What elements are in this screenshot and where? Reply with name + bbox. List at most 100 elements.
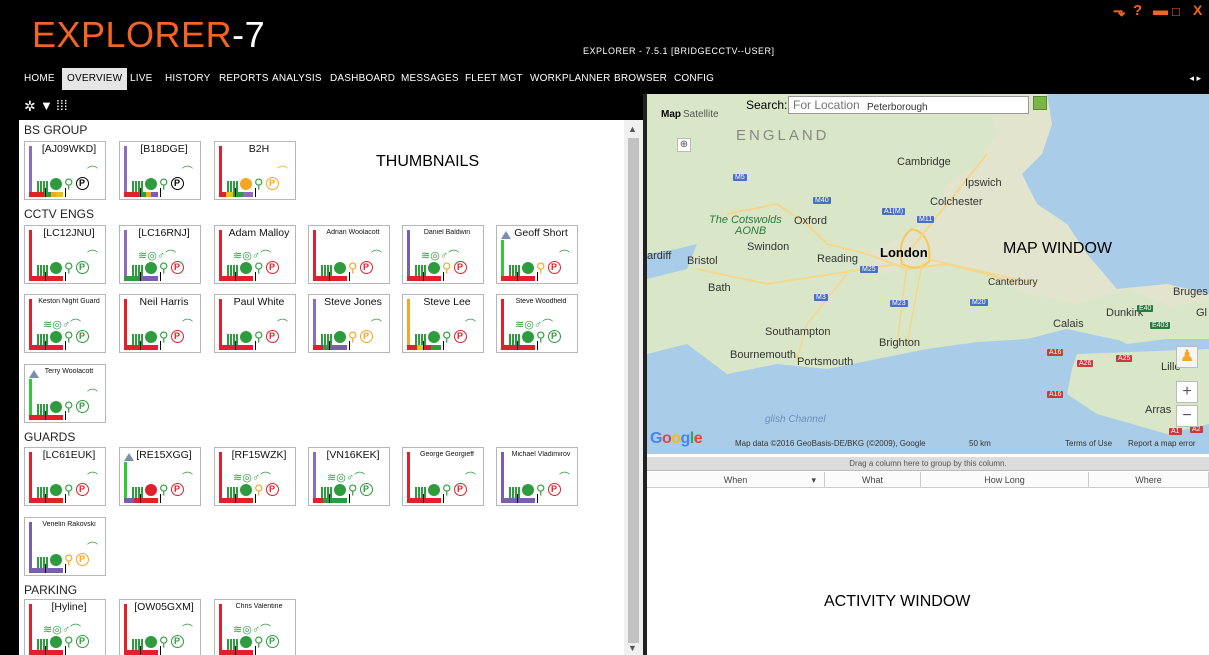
zoom-in-button[interactable]: +	[1176, 381, 1198, 403]
activity-segment	[407, 345, 418, 350]
activity-segment	[407, 276, 441, 281]
play-status-icon	[50, 400, 62, 413]
column-where[interactable]: Where	[1089, 472, 1209, 488]
vehicle-thumbnail[interactable]: Chris Valentine ≋◎♂⌒ ⚲ P	[214, 599, 296, 655]
vehicle-thumbnail[interactable]: [LC12JNU] ⌒ ⚲ P	[24, 225, 106, 284]
scrollbar-thumb[interactable]	[628, 138, 639, 643]
status-bar	[29, 379, 32, 416]
column-when[interactable]: When ▾	[647, 472, 825, 488]
vehicle-thumbnail[interactable]: Neil Harris ⌒ ⚲ P	[119, 294, 201, 353]
menu-scroll-arrows[interactable]: ◂ ▸	[1189, 73, 1201, 84]
menu-home[interactable]: HOME	[24, 68, 55, 90]
vehicle-thumbnail[interactable]: Terry Woolacott ⌒ ⚲ P	[24, 364, 106, 423]
signal-bars-icon	[37, 403, 49, 415]
map-report-link[interactable]: Report a map error	[1128, 439, 1196, 448]
menu-live[interactable]: LIVE	[130, 68, 152, 90]
vehicle-thumbnail[interactable]: George Georgieff ⌒ ⚲ P	[402, 447, 484, 506]
activity-segment	[424, 345, 431, 350]
minimize-icon[interactable]: ▬	[1153, 2, 1168, 19]
timeline-tick	[517, 494, 518, 503]
help-icon[interactable]: ?	[1133, 2, 1142, 19]
vehicle-thumbnail[interactable]: [VN16KEK] ≋◎♂⌒ ⚲ P	[308, 447, 390, 506]
timeline-tick	[423, 494, 424, 503]
place-label: Peterborough	[867, 102, 928, 113]
map-search-go-icon[interactable]	[1033, 96, 1047, 110]
menu-analysis[interactable]: ANALYSIS	[272, 68, 322, 90]
group-by-drop-zone[interactable]: Drag a column here to group by this colu…	[647, 457, 1209, 471]
vehicle-thumbnail[interactable]: B2H ⌒ ⚲ P	[214, 141, 296, 200]
vehicle-thumbnail[interactable]: [OW05GXM] ⌒ ⚲ P	[119, 599, 201, 655]
place-label: Gl	[1196, 307, 1207, 319]
menu-reports[interactable]: REPORTS	[219, 68, 269, 90]
menu-history[interactable]: HISTORY	[165, 68, 211, 90]
vehicle-thumbnail[interactable]: Adam Malloy ≋◎♂⌒ ⚲ P	[214, 225, 296, 284]
vehicle-thumbnail[interactable]: Daniel Baldwin ≋◎♂⌒ ⚲ P	[402, 225, 484, 284]
road-badge: A25	[1116, 355, 1133, 362]
maximize-icon[interactable]: □	[1172, 4, 1180, 19]
vehicle-thumbnail[interactable]: Keston Night Guard ≋◎♂⌒ ⚲ P	[24, 294, 106, 353]
vehicle-thumbnail[interactable]: [AJ09WKD] ⌒ ⚲ P	[24, 141, 106, 200]
map-tab-map[interactable]: Map	[661, 109, 681, 120]
play-status-icon	[240, 330, 252, 343]
thumbnail-label: Adam Malloy	[228, 227, 290, 239]
vehicle-thumbnail[interactable]: Venelin Rakovski ⌒ ⚲ P	[24, 517, 106, 576]
vehicle-thumbnail[interactable]: Geoff Short ⌒ ⚲ P	[496, 225, 578, 284]
vehicle-thumbnail[interactable]: Steve Lee ⌒ ⚲ P	[402, 294, 484, 353]
gear-icon[interactable]: ✲	[24, 98, 36, 115]
map-tab-satellite[interactable]: Satellite	[683, 109, 719, 120]
vehicle-thumbnail[interactable]: [RF15WZK] ≋◎♂⌒ ⚲ P	[214, 447, 296, 506]
filter-icon[interactable]: ▼	[40, 98, 53, 113]
column-what[interactable]: What	[825, 472, 921, 488]
menu-browser[interactable]: BROWSER	[614, 68, 667, 90]
vehicle-thumbnail[interactable]: Adrian Woolacott ⌒ ⚲ P	[308, 225, 390, 284]
menu-fleet-mgt[interactable]: FLEET MGT	[465, 68, 523, 90]
menu-workplanner[interactable]: WORKPLANNER	[530, 68, 611, 90]
signal-icon: ⌒	[182, 166, 193, 178]
menu-messages[interactable]: MESSAGES	[401, 68, 459, 90]
vehicle-thumbnail[interactable]: Michael Vladimirov ⌒ ⚲ P	[496, 447, 578, 506]
road-badge: A16	[1047, 349, 1064, 356]
signal-icon: ⌒	[559, 250, 570, 262]
grid-icon[interactable]: ⁞⁞⁞	[56, 97, 68, 113]
vehicle-thumbnail[interactable]: [LC61EUK] ⌒ ⚲ P	[24, 447, 106, 506]
activity-segment	[330, 345, 347, 350]
thumbnail-label: [B18DGE]	[140, 143, 188, 155]
map-zoom-area-icon[interactable]: ⊕	[677, 138, 691, 152]
menu-config[interactable]: CONFIG	[674, 68, 714, 90]
close-icon[interactable]: X	[1193, 2, 1202, 18]
activity-segment	[219, 192, 226, 197]
menu-overview[interactable]: OVERVIEW	[62, 68, 128, 90]
activity-segment	[29, 276, 63, 281]
activity-segment	[219, 276, 253, 281]
activity-segment	[56, 192, 63, 197]
road-badge: M20	[970, 299, 988, 306]
column-how-long[interactable]: How Long	[921, 472, 1089, 488]
status-bar	[219, 452, 222, 499]
minimize-tray-icon[interactable]: ⬎	[1113, 2, 1126, 20]
signal-bars-icon	[227, 333, 239, 345]
status-bar	[407, 299, 410, 346]
timeline-tick	[235, 188, 236, 197]
timeline-tick	[235, 341, 236, 350]
timeline-tick	[235, 494, 236, 503]
zoom-out-button[interactable]: −	[1176, 405, 1198, 427]
scroll-down-icon[interactable]: ▼	[628, 643, 637, 653]
vehicle-thumbnail[interactable]: [Hyline] ≋◎♂⌒ ⚲ P	[24, 599, 106, 655]
vehicle-thumbnail[interactable]: Steve Woodfield ≋◎♂⌒ ⚲ P	[496, 294, 578, 353]
scroll-up-icon[interactable]: ▲	[628, 124, 637, 134]
vehicle-thumbnail[interactable]: Paul White ⌒ ⚲ P	[214, 294, 296, 353]
street-view-pegman-icon[interactable]: ♟	[1176, 346, 1198, 368]
vehicle-thumbnail[interactable]: [LC16RNJ] ≋◎♂⌒ ⚲ P	[119, 225, 201, 284]
sort-dropdown-icon[interactable]: ▾	[811, 472, 816, 488]
activity-segment	[219, 650, 253, 655]
map-window[interactable]: Map Satellite Search: ⊕ Peterborough ENG…	[647, 94, 1209, 454]
map-scale: 50 km	[969, 439, 991, 448]
thumbnail-label: [RE15XGG]	[136, 449, 192, 461]
menu-dashboard[interactable]: DASHBOARD	[330, 68, 395, 90]
vehicle-thumbnail[interactable]: [B18DGE] ⌒ ⚲ P	[119, 141, 201, 200]
vehicle-thumbnail[interactable]: Steve Jones ⌒ ⚲ P	[308, 294, 390, 353]
parking-icon: P	[170, 261, 184, 275]
vehicle-thumbnail[interactable]: [RE15XGG] ⌒ ⚲ P	[119, 447, 201, 506]
map-terms-link[interactable]: Terms of Use	[1065, 439, 1112, 448]
signal-bars-icon	[132, 486, 144, 498]
